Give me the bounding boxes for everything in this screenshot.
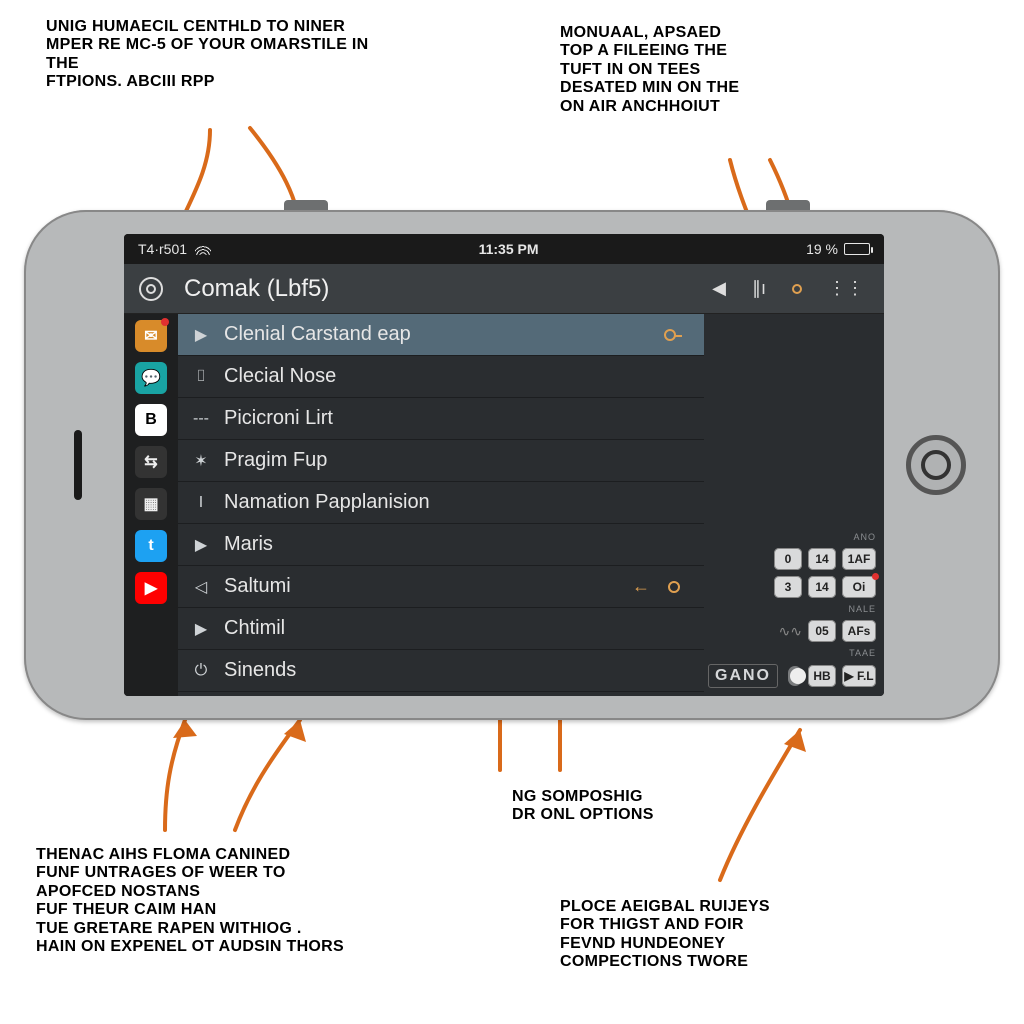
sidebar-inbox-icon[interactable]: ✉ [135, 320, 167, 352]
list-item-label: Clecial Nose [224, 365, 704, 388]
control-row: ∿∿ 05 AFs [708, 620, 876, 642]
wifi-icon [195, 243, 211, 255]
list-item-label: Chtimil [224, 617, 704, 640]
tablet-device-frame: T4·r501 11:35 PM 19 % Comak (Lbf5) ◀ ∥ı … [24, 210, 1000, 720]
list-item[interactable]: ▶ Chtimil [178, 608, 704, 650]
chip-button[interactable]: 3 [774, 576, 802, 598]
status-bar: T4·r501 11:35 PM 19 % [124, 234, 884, 264]
chip-button[interactable]: ▶ F.L [842, 665, 876, 687]
list-item-label: Picicroni Lirt [224, 407, 704, 430]
list-item[interactable]: ✶ Pragim Fup [178, 440, 704, 482]
device-screen: T4·r501 11:35 PM 19 % Comak (Lbf5) ◀ ∥ı … [124, 234, 884, 696]
callout-top-right: MONUAAL, APSAED TOP A FILEEING THE TUFT … [560, 24, 739, 116]
chip-button[interactable]: AFs [842, 620, 876, 642]
prev-track-icon[interactable]: ◀ [712, 278, 726, 299]
sidebar-chat-icon[interactable]: 💬 [135, 362, 167, 394]
chip-button[interactable]: 14 [808, 548, 836, 570]
doc-icon: ⌷ [192, 368, 210, 386]
gano-label: GANO [708, 664, 778, 688]
chip-button[interactable]: 14 [808, 576, 836, 598]
list-item[interactable]: --- Picicroni Lirt [178, 398, 704, 440]
list-item[interactable]: ⌷ Clecial Nose [178, 356, 704, 398]
sidebar-grid-icon[interactable]: ▦ [135, 488, 167, 520]
list-item[interactable]: ▶ Clenial Carstand eap [178, 314, 704, 356]
chip-button[interactable]: 1AF [842, 548, 876, 570]
list-item-label: Saltumi [224, 575, 618, 598]
right-control-panel: ANO 0 14 1AF 3 14 Oi NALE [704, 314, 884, 696]
callout-mid: NG SOMPOSHIG DR ONL OPTIONS [512, 788, 654, 825]
record-icon[interactable] [792, 284, 802, 294]
toggle-switch[interactable] [788, 666, 802, 686]
list-item-label: Maris [224, 533, 704, 556]
loop-icon[interactable] [664, 329, 676, 341]
play-icon: ▶ [192, 619, 210, 639]
callout-bottom-left: THENAC AIHS FLOMA CANINED FUNF UNTRAGES … [36, 846, 344, 956]
more-menu-icon[interactable]: ⋮⋮ [828, 278, 864, 299]
list-item[interactable]: ⏻ Sinends [178, 650, 704, 692]
carrier-label: T4·r501 [138, 241, 187, 257]
dash-icon: --- [192, 410, 210, 428]
page-title: Comak (Lbf5) [178, 275, 712, 303]
list-item[interactable]: ▶ Maris [178, 524, 704, 566]
chip-button[interactable]: Oi [842, 576, 876, 598]
list-item[interactable]: I Namation Papplanision [178, 482, 704, 524]
equalizer-icon[interactable]: ∥ı [752, 278, 766, 299]
app-header: Comak (Lbf5) ◀ ∥ı ⋮⋮ [124, 264, 884, 314]
arrow-in-icon: ← [632, 576, 650, 597]
clock-label: 11:35 PM [211, 241, 806, 257]
power-button-nub [766, 200, 810, 210]
chip-button[interactable]: 05 [808, 620, 836, 642]
list-item-label: Pragim Fup [224, 449, 704, 472]
battery-icon [844, 243, 870, 255]
volume-button-nub [284, 200, 328, 210]
prev-icon: ◁ [192, 577, 210, 597]
sidebar-twitter-icon[interactable]: t [135, 530, 167, 562]
callout-bottom-right: PLOCE AEIGBAL RUIJEYS FOR THIGST AND FOI… [560, 898, 770, 972]
battery-pct-label: 19 % [806, 241, 838, 257]
sidebar-share-icon[interactable]: ⇆ [135, 446, 167, 478]
sidebar-b-icon[interactable]: B [135, 404, 167, 436]
chip-button[interactable]: HB [808, 665, 836, 687]
control-row: GANO HB ▶ F.L [708, 664, 876, 688]
gear-icon[interactable] [139, 277, 163, 301]
star-icon: ✶ [192, 451, 210, 471]
list-item-label: Clenial Carstand eap [224, 323, 650, 346]
info-icon: I [192, 494, 210, 512]
list-item-label: Namation Papplanision [224, 491, 704, 514]
ctl-label: TAAE [849, 648, 876, 658]
chip-button[interactable]: 0 [774, 548, 802, 570]
marker-dot-icon [668, 581, 680, 593]
track-list: ▶ Clenial Carstand eap ⌷ Clecial Nose --… [178, 314, 704, 696]
callout-top-left: UNIG HUMAECIL CENTHLD TO NINER MPER RE M… [46, 18, 369, 92]
control-row: 3 14 Oi [708, 576, 876, 598]
sidebar-youtube-icon[interactable]: ▶ [135, 572, 167, 604]
ctl-label: NALE [848, 604, 876, 614]
ctl-label: ANO [853, 532, 876, 542]
play-icon: ▶ [192, 325, 210, 345]
power-icon: ⏻ [192, 662, 210, 680]
control-row: 0 14 1AF [708, 548, 876, 570]
waveform-icon: ∿∿ [779, 623, 802, 640]
play-icon: ▶ [192, 535, 210, 555]
home-button[interactable] [906, 435, 966, 495]
app-sidebar: ✉ 💬 B ⇆ ▦ t ▶ [124, 314, 178, 696]
list-item-label: Sinends [224, 659, 704, 682]
list-item[interactable]: ◁ Saltumi ← [178, 566, 704, 608]
